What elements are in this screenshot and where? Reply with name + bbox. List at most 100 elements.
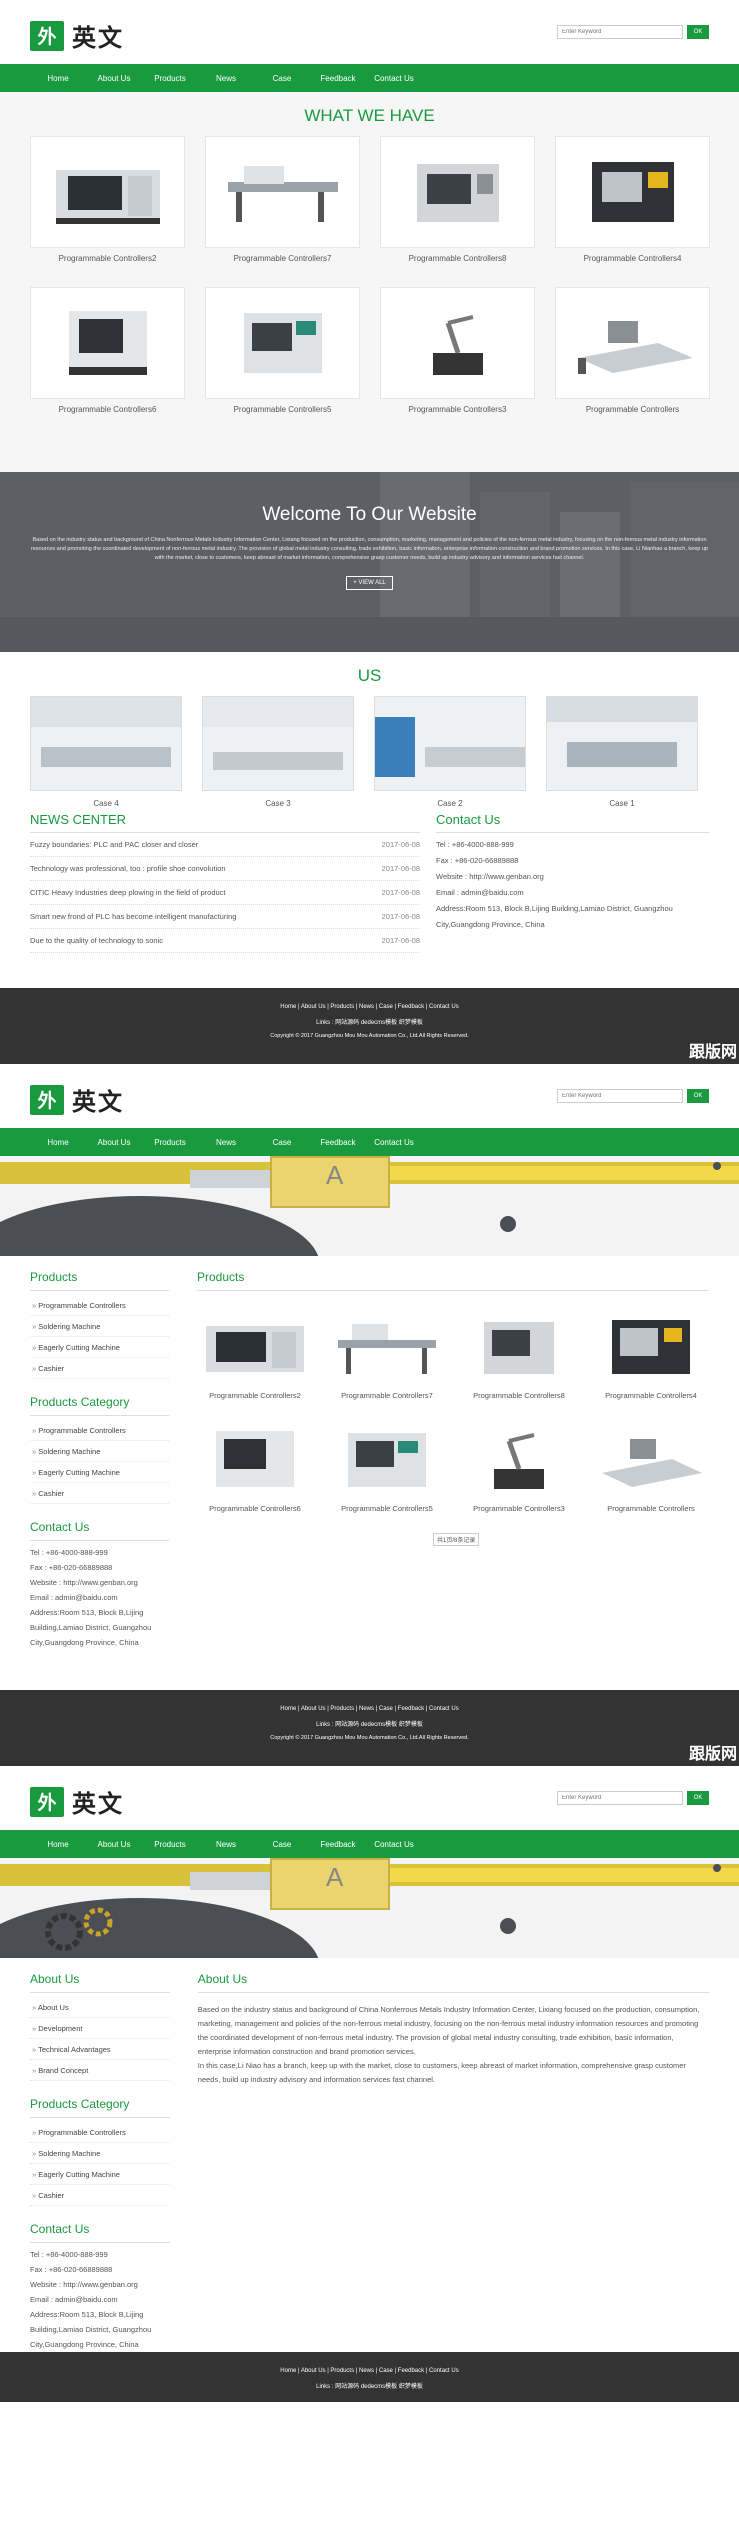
nav-feedback[interactable]: Feedback (310, 1840, 366, 1849)
product-card[interactable]: Programmable Controllers (555, 287, 710, 414)
view-all-button[interactable]: + VIEW ALL (346, 576, 393, 591)
nav-about[interactable]: About Us (86, 74, 142, 83)
product-card[interactable]: Programmable Controllers5 (205, 287, 360, 414)
nav-news[interactable]: News (198, 1840, 254, 1849)
product-caption[interactable]: Programmable Controllers8 (461, 1391, 577, 1400)
category-item[interactable]: Cashier (30, 1483, 169, 1504)
side-item[interactable]: Programmable Controllers (30, 1295, 169, 1316)
footer-friend-links[interactable]: Links : 网站源码 dedecms模板 织梦模板 (0, 1719, 739, 1728)
case-card[interactable]: Case 2 (374, 696, 526, 808)
product-card[interactable]: Programmable Controllers7 (329, 1307, 445, 1400)
search-input[interactable] (557, 1791, 683, 1805)
case-card[interactable]: Case 4 (30, 696, 182, 808)
product-image[interactable] (593, 1307, 709, 1387)
product-caption[interactable]: Programmable Controllers3 (461, 1504, 577, 1513)
product-card[interactable]: Programmable Controllers8 (461, 1307, 577, 1400)
product-caption[interactable]: Programmable Controllers5 (205, 405, 360, 414)
product-caption[interactable]: Programmable Controllers7 (205, 254, 360, 263)
category-item[interactable]: Soldering Machine (30, 2143, 170, 2164)
product-image[interactable] (555, 287, 710, 399)
nav-home[interactable]: Home (30, 74, 86, 83)
footer-links[interactable]: Home | About Us | Products | News | Case… (0, 1004, 739, 1010)
case-caption[interactable]: Case 3 (202, 799, 354, 808)
contact-email[interactable]: Email : admin@baidu.com (30, 2292, 170, 2307)
news-item[interactable]: Smart new frond of PLC has become intell… (30, 905, 420, 929)
news-item[interactable]: Technology was professional, too : profi… (30, 857, 420, 881)
product-image[interactable] (329, 1307, 445, 1387)
nav-products[interactable]: Products (142, 1138, 198, 1147)
product-caption[interactable]: Programmable Controllers6 (30, 405, 185, 414)
contact-email[interactable]: Email : admin@baidu.com (30, 1590, 169, 1605)
product-caption[interactable]: Programmable Controllers4 (593, 1391, 709, 1400)
contact-email[interactable]: Email : admin@baidu.com (436, 885, 709, 901)
product-caption[interactable]: Programmable Controllers (555, 405, 710, 414)
nav-case[interactable]: Case (254, 74, 310, 83)
nav-case[interactable]: Case (254, 1840, 310, 1849)
product-image[interactable] (205, 287, 360, 399)
nav-case[interactable]: Case (254, 1138, 310, 1147)
side-item[interactable]: Eagerly Cutting Machine (30, 1337, 169, 1358)
product-card[interactable]: Programmable Controllers3 (461, 1420, 577, 1513)
news-link[interactable]: Fuzzy boundaries: PLC and PAC closer and… (30, 840, 198, 849)
news-link[interactable]: Technology was professional, too : profi… (30, 864, 226, 873)
product-card[interactable]: Programmable Controllers6 (197, 1420, 313, 1513)
category-item[interactable]: Eagerly Cutting Machine (30, 2164, 170, 2185)
search-input[interactable] (557, 25, 683, 39)
category-item[interactable]: Soldering Machine (30, 1441, 169, 1462)
nav-products[interactable]: Products (142, 74, 198, 83)
product-image[interactable] (380, 136, 535, 248)
search-button[interactable]: OK (687, 25, 709, 39)
product-image[interactable] (30, 136, 185, 248)
footer-links[interactable]: Home | About Us | Products | News | Case… (0, 1706, 739, 1712)
news-item[interactable]: Due to the quality of technology to soni… (30, 929, 420, 953)
product-card[interactable]: Programmable Controllers3 (380, 287, 535, 414)
side-item[interactable]: Development (30, 2018, 170, 2039)
nav-feedback[interactable]: Feedback (310, 74, 366, 83)
product-image[interactable] (197, 1307, 313, 1387)
case-image[interactable] (374, 696, 526, 791)
product-image[interactable] (30, 287, 185, 399)
nav-about[interactable]: About Us (86, 1840, 142, 1849)
case-caption[interactable]: Case 4 (30, 799, 182, 808)
product-caption[interactable]: Programmable Controllers2 (197, 1391, 313, 1400)
product-image[interactable] (461, 1420, 577, 1500)
footer-links[interactable]: Home | About Us | Products | News | Case… (0, 2368, 739, 2374)
news-link[interactable]: Smart new frond of PLC has become intell… (30, 912, 236, 921)
case-image[interactable] (30, 696, 182, 791)
logo[interactable]: 外 英文 (30, 1082, 124, 1117)
footer-friend-links[interactable]: Links : 网站源码 dedecms模板 织梦模板 (0, 1017, 739, 1026)
nav-about[interactable]: About Us (86, 1138, 142, 1147)
product-caption[interactable]: Programmable Controllers7 (329, 1391, 445, 1400)
contact-website[interactable]: Website : http://www.genban.org (30, 1575, 169, 1590)
product-image[interactable] (380, 287, 535, 399)
nav-feedback[interactable]: Feedback (310, 1138, 366, 1147)
news-item[interactable]: CITIC Heavy Industries deep plowing in t… (30, 881, 420, 905)
news-link[interactable]: Due to the quality of technology to soni… (30, 936, 163, 945)
product-caption[interactable]: Programmable Controllers8 (380, 254, 535, 263)
case-caption[interactable]: Case 1 (546, 799, 698, 808)
nav-home[interactable]: Home (30, 1840, 86, 1849)
contact-website[interactable]: Website : http://www.genban.org (436, 869, 709, 885)
search-button[interactable]: OK (687, 1791, 709, 1805)
product-caption[interactable]: Programmable Controllers3 (380, 405, 535, 414)
product-card[interactable]: Programmable Controllers5 (329, 1420, 445, 1513)
product-image[interactable] (329, 1420, 445, 1500)
news-link[interactable]: CITIC Heavy Industries deep plowing in t… (30, 888, 226, 897)
product-caption[interactable]: Programmable Controllers4 (555, 254, 710, 263)
category-item[interactable]: Programmable Controllers (30, 2122, 170, 2143)
search-button[interactable]: OK (687, 1089, 709, 1103)
product-card[interactable]: Programmable Controllers8 (380, 136, 535, 263)
nav-contact[interactable]: Contact Us (366, 74, 422, 83)
case-caption[interactable]: Case 2 (374, 799, 526, 808)
case-image[interactable] (202, 696, 354, 791)
product-card[interactable]: Programmable Controllers (593, 1420, 709, 1513)
product-card[interactable]: Programmable Controllers6 (30, 287, 185, 414)
nav-news[interactable]: News (198, 1138, 254, 1147)
case-card[interactable]: Case 1 (546, 696, 698, 808)
category-item[interactable]: Cashier (30, 2185, 170, 2206)
side-item[interactable]: Soldering Machine (30, 1316, 169, 1337)
nav-contact[interactable]: Contact Us (366, 1138, 422, 1147)
product-card[interactable]: Programmable Controllers4 (555, 136, 710, 263)
logo[interactable]: 外 英文 (30, 1784, 124, 1819)
side-item[interactable]: Technical Advantages (30, 2039, 170, 2060)
